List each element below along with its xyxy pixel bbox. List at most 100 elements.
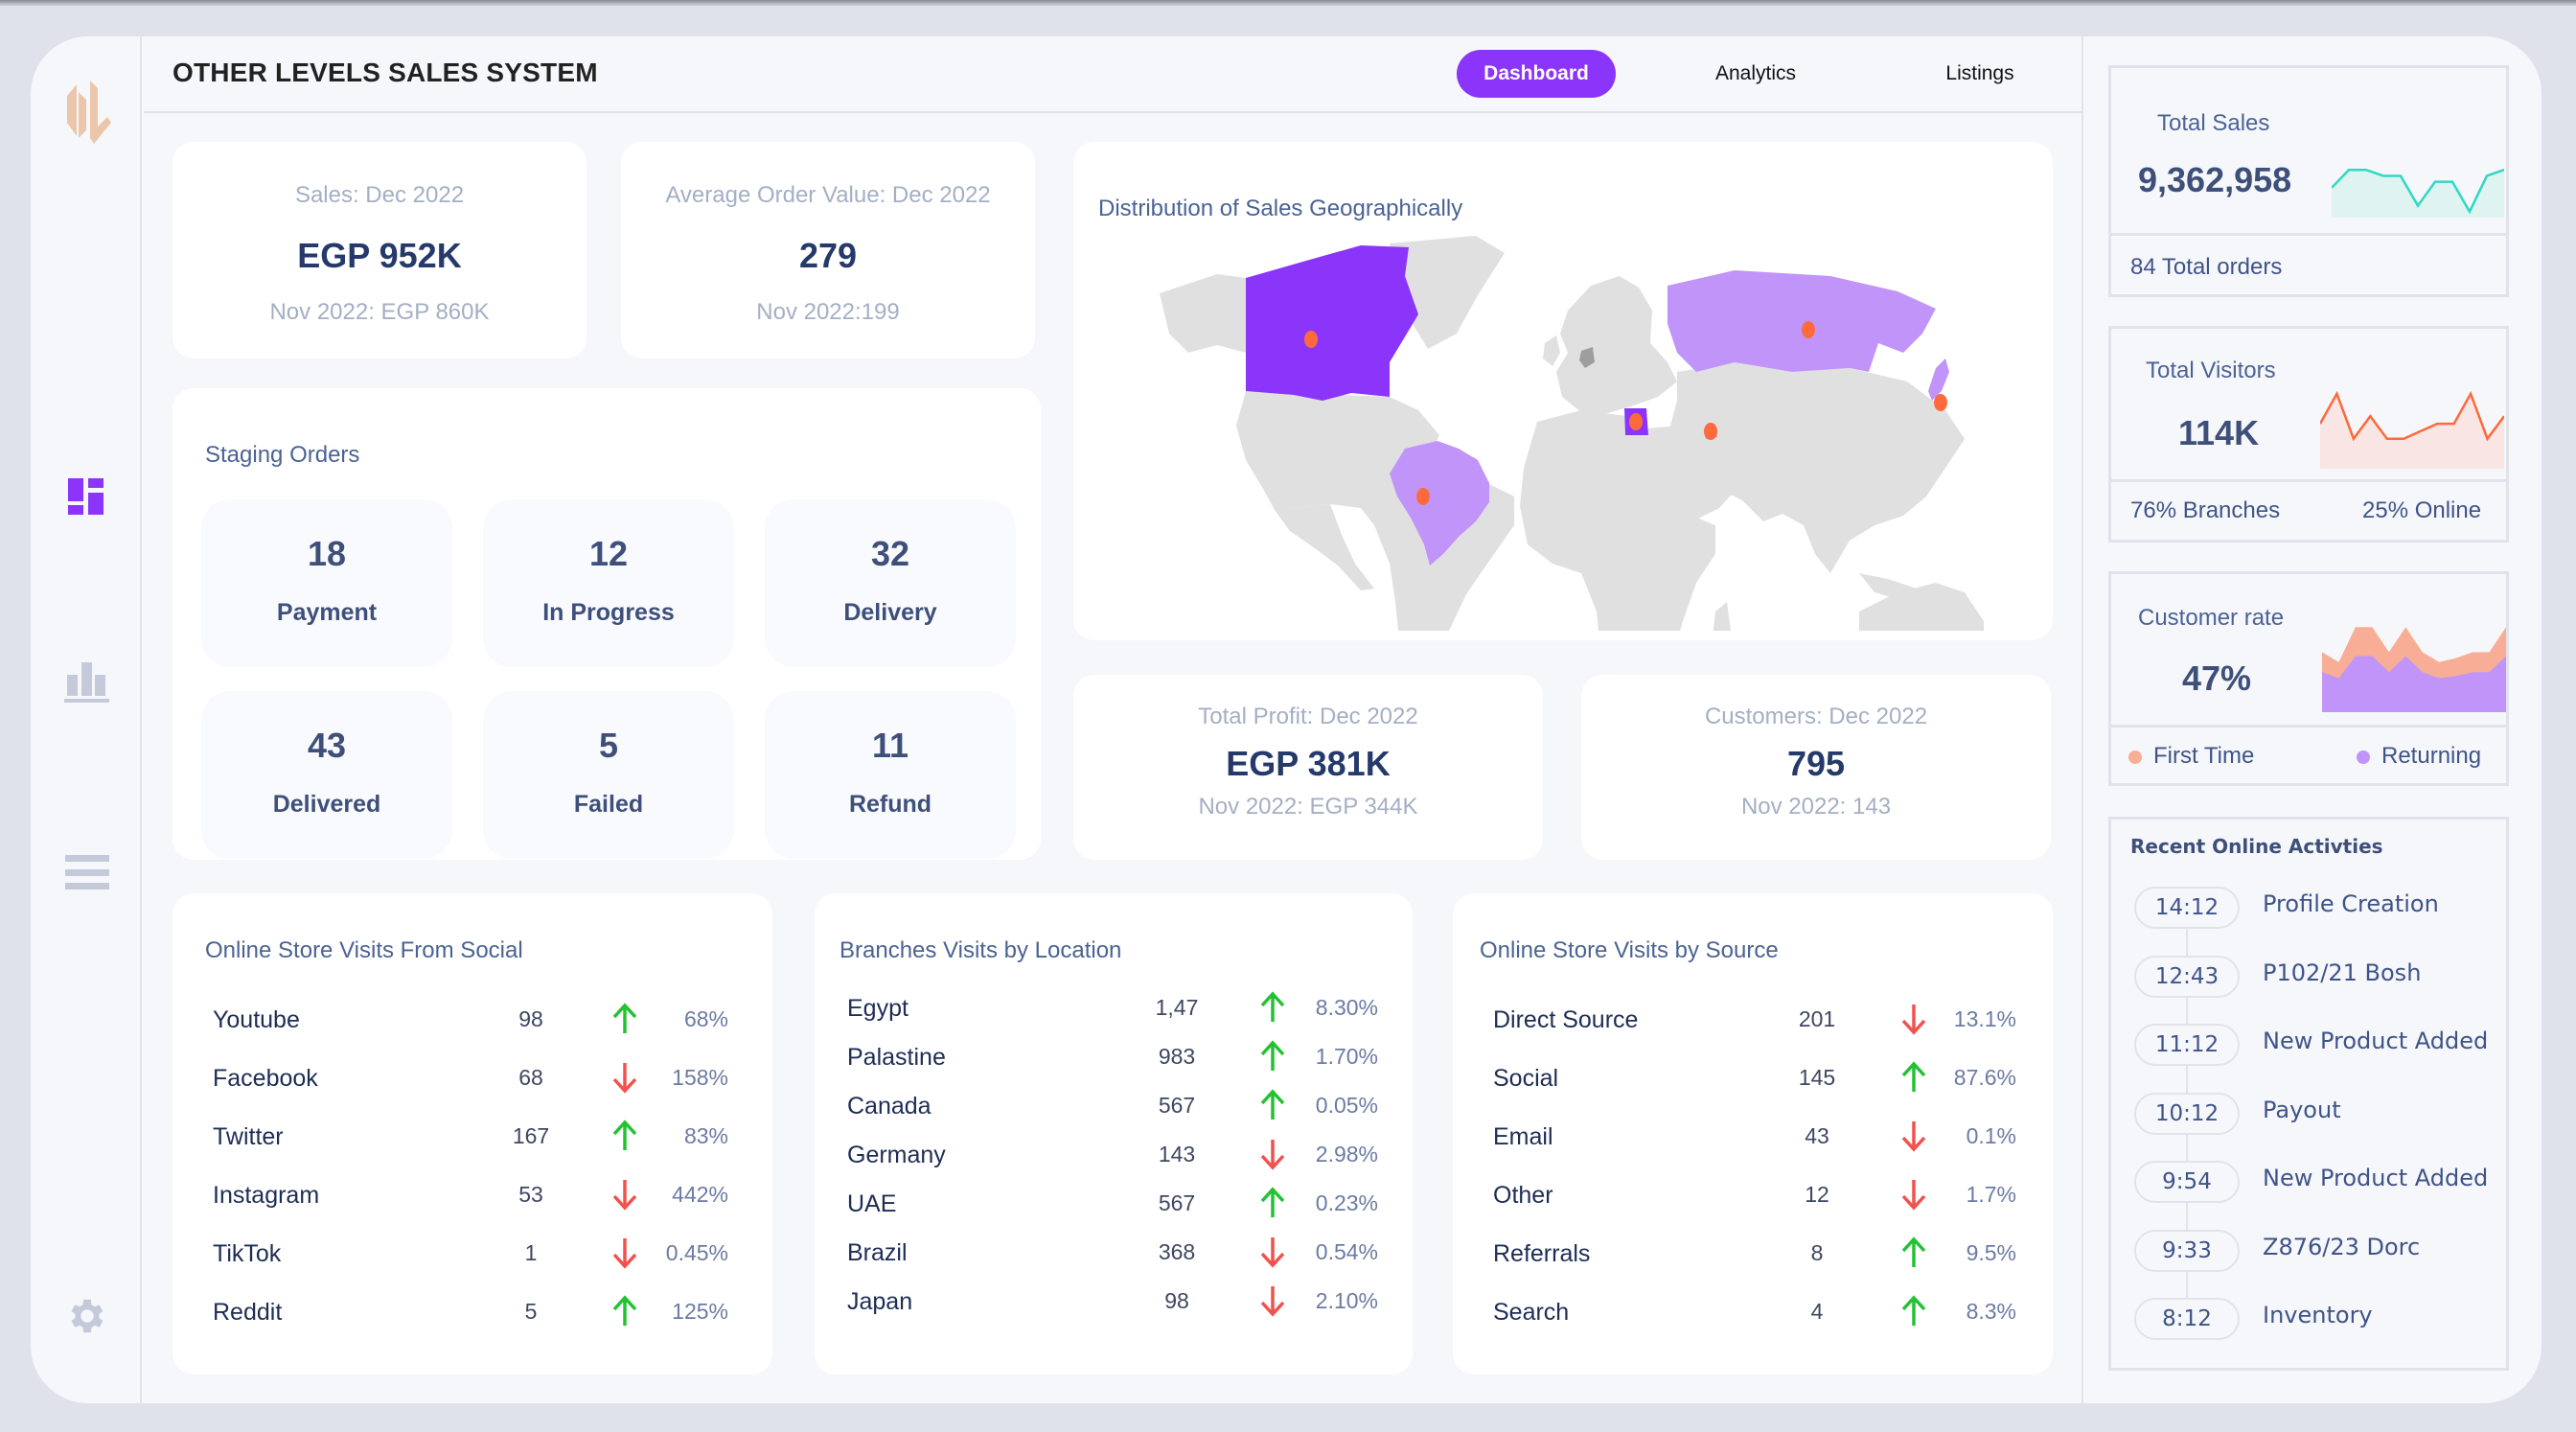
activity-time: 10:12 (2134, 1092, 2240, 1135)
table-row[interactable]: Email 43 0.1% (1453, 1121, 2053, 1162)
social-visits-card: Online Store Visits From Social Youtube 9… (172, 893, 772, 1374)
row-percent: 0.1% (1966, 1123, 2016, 1148)
total-sales-sparkline (2332, 168, 2504, 218)
map-marker-japan[interactable] (1934, 394, 1947, 411)
customer-rate-area-chart (2322, 627, 2506, 712)
table-row[interactable]: UAE 567 0.23% (815, 1187, 1413, 1229)
aov-previous: Nov 2022:199 (756, 299, 900, 325)
activity-description: Payout (2263, 1096, 2341, 1123)
staging-tile-delivery[interactable]: 32 Delivery (765, 499, 1016, 667)
activity-item[interactable]: 10:12 Payout (2111, 1092, 2506, 1141)
row-value: 567 (1158, 1093, 1196, 1118)
divider (2111, 233, 2506, 236)
map-marker-canada[interactable] (1304, 331, 1318, 348)
table-row[interactable]: Reddit 5 125% (172, 1295, 772, 1337)
activity-description: Z876/23 Dorc (2263, 1233, 2421, 1260)
customer-rate-value: 47% (2182, 658, 2252, 698)
table-row[interactable]: Social 145 87.6% (1453, 1061, 2053, 1103)
staging-label: Refund (848, 791, 932, 818)
table-row[interactable]: Twitter 167 83% (172, 1120, 772, 1162)
staging-tile-in-progress[interactable]: 12 In Progress (483, 499, 734, 667)
map-marker-brazil[interactable] (1416, 488, 1430, 505)
row-value: 368 (1158, 1239, 1196, 1264)
map-country-russia[interactable] (1668, 270, 1936, 372)
table-row[interactable]: Germany 143 2.98% (815, 1140, 1413, 1180)
map-marker-russia[interactable] (1802, 321, 1815, 338)
row-percent: 1.70% (1315, 1044, 1378, 1069)
row-name: Other (1493, 1182, 1553, 1209)
row-value: 1 (524, 1240, 538, 1265)
table-row[interactable]: Brazil 368 0.54% (815, 1237, 1413, 1278)
table-row[interactable]: Search 4 8.3% (1453, 1295, 2053, 1337)
row-percent: 83% (683, 1123, 728, 1148)
row-percent: 8.3% (1966, 1299, 2016, 1324)
row-value: 145 (1798, 1065, 1836, 1090)
tab-listings[interactable]: Listings (1913, 50, 2047, 98)
row-name: Egypt (847, 995, 908, 1022)
row-percent: 2.98% (1315, 1142, 1378, 1166)
table-row[interactable]: Egypt 1,47 8.30% (815, 991, 1413, 1033)
dashboard-icon[interactable] (67, 477, 105, 516)
tab-dashboard[interactable]: Dashboard (1457, 50, 1616, 98)
gear-icon[interactable] (65, 1294, 109, 1338)
table-row[interactable]: Referrals 8 9.5% (1453, 1236, 2053, 1279)
staging-tile-delivered[interactable]: 43 Delivered (201, 691, 452, 859)
menu-icon[interactable] (65, 855, 109, 891)
online-share: 25% Online (2362, 497, 2482, 523)
activity-item[interactable]: 14:12 Profile Creation (2111, 887, 2506, 935)
map-marker-uae[interactable] (1704, 423, 1717, 440)
table-row[interactable]: Japan 98 2.10% (815, 1286, 1413, 1327)
activity-time: 14:12 (2134, 887, 2240, 929)
activity-item[interactable]: 8:12 Inventory (2111, 1298, 2506, 1346)
staging-label: In Progress (542, 599, 675, 626)
activity-time: 8:12 (2134, 1298, 2240, 1340)
aov-label: Average Order Value: Dec 2022 (665, 182, 991, 208)
activity-item[interactable]: 12:43 P102/21 Bosh (2111, 955, 2506, 1004)
table-row[interactable]: Palastine 983 1.70% (815, 1040, 1413, 1082)
source-visits-card: Online Store Visits by Source Direct Sou… (1453, 893, 2053, 1374)
row-name: Email (1493, 1123, 1553, 1150)
profit-label: Total Profit: Dec 2022 (1198, 704, 1418, 729)
profit-previous: Nov 2022: EGP 344K (1198, 794, 1418, 820)
bar-chart-icon[interactable] (63, 661, 111, 704)
table-row[interactable]: Facebook 68 158% (172, 1063, 772, 1103)
table-row[interactable]: Other 12 1.7% (1453, 1180, 2053, 1220)
table-row[interactable]: TikTok 1 0.45% (172, 1238, 772, 1279)
row-value: 53 (518, 1182, 543, 1207)
ol-logo-icon[interactable] (65, 77, 113, 146)
table-row[interactable]: Direct Source 201 13.1% (1453, 1005, 2053, 1045)
tab-analytics[interactable]: Analytics (1689, 50, 1823, 98)
map-marker-egypt[interactable] (1629, 413, 1643, 430)
row-percent: 125% (672, 1299, 728, 1324)
activity-item[interactable]: 9:54 New Product Added (2111, 1161, 2506, 1209)
row-percent: 13.1% (1953, 1006, 2016, 1031)
row-percent: 9.5% (1966, 1240, 2016, 1265)
row-percent: 0.45% (665, 1240, 728, 1265)
app-title: OTHER LEVELS SALES SYSTEM (172, 58, 598, 87)
staging-tile-payment[interactable]: 18 Payment (201, 499, 452, 667)
table-row[interactable]: Canada 567 0.05% (815, 1089, 1413, 1131)
table-row[interactable]: Instagram 53 442% (172, 1180, 772, 1220)
customer-rate-label: Customer rate (2138, 605, 2285, 631)
staging-label: Payment (276, 599, 378, 626)
row-value: 143 (1158, 1142, 1196, 1166)
world-map[interactable] (1102, 209, 2022, 631)
map-country-canada[interactable] (1246, 245, 1418, 401)
customers-value: 795 (1786, 744, 1846, 783)
activity-item[interactable]: 11:12 New Product Added (2111, 1024, 2506, 1072)
row-name: Canada (847, 1093, 932, 1120)
total-visitors-label: Total Visitors (2146, 358, 2276, 383)
table-row[interactable]: Youtube 98 68% (172, 1003, 772, 1045)
total-sales-card: Total Sales 9,362,958 84 Total orders (2108, 65, 2509, 297)
staging-count: 5 (598, 726, 619, 765)
row-percent: 87.6% (1953, 1065, 2016, 1090)
staging-tile-failed[interactable]: 5 Failed (483, 691, 734, 859)
activity-item[interactable]: 9:33 Z876/23 Dorc (2111, 1229, 2506, 1278)
customer-rate-card: Customer rate 47% First Time Returning (2108, 571, 2509, 786)
total-orders: 84 Total orders (2130, 254, 2283, 280)
legend-label: First Time (2153, 743, 2255, 769)
staging-count: 18 (307, 534, 347, 573)
source-visits-title: Online Store Visits by Source (1480, 937, 1779, 963)
total-visitors-card: Total Visitors 114K 76% Branches 25% Onl… (2108, 326, 2509, 543)
staging-tile-refund[interactable]: 11 Refund (765, 691, 1016, 859)
